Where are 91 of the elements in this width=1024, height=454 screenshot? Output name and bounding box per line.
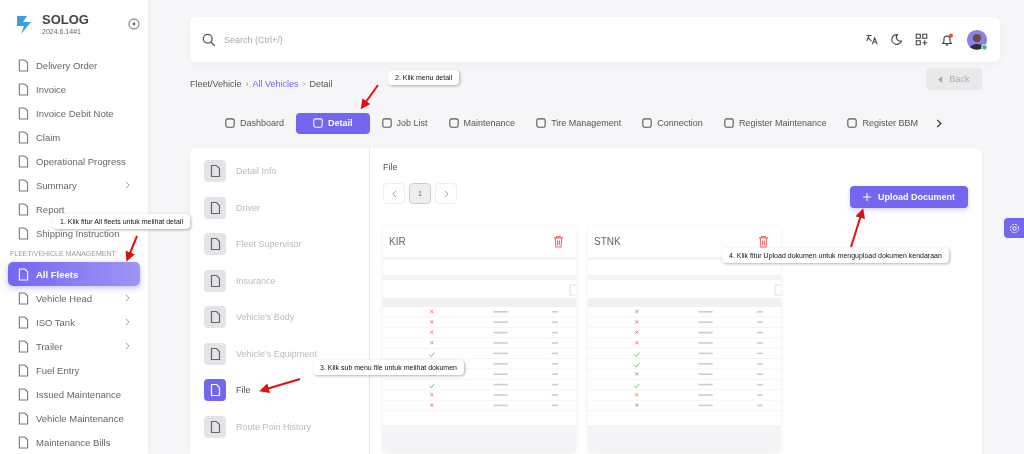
tab[interactable]: Connection xyxy=(633,112,712,134)
sidebar-item[interactable]: Claim xyxy=(8,125,140,149)
document-icon xyxy=(18,387,29,401)
sidebar-item[interactable]: Operational Progress xyxy=(8,149,140,173)
document-icon xyxy=(18,267,29,281)
sidebar-item[interactable]: Issued Maintenance xyxy=(8,382,140,406)
sidebar-item[interactable]: Trailer xyxy=(8,334,140,358)
breadcrumb-item[interactable]: All Vehicles xyxy=(252,79,299,89)
square-icon xyxy=(448,118,459,128)
chevron-icon xyxy=(125,342,130,350)
sidebar-item[interactable]: Invoice xyxy=(8,77,140,101)
document-icon xyxy=(18,202,29,216)
document-icon xyxy=(18,130,29,144)
breadcrumb-item: Fleet/Vehicle xyxy=(190,79,242,89)
chevron-icon xyxy=(125,318,130,326)
document-icon xyxy=(18,291,29,305)
document-tile-icon xyxy=(204,415,226,438)
settings-button[interactable] xyxy=(1004,218,1024,238)
apps-icon[interactable] xyxy=(915,33,928,46)
search-icon[interactable] xyxy=(202,32,216,47)
trash-icon[interactable] xyxy=(553,235,564,248)
submenu-item[interactable]: File xyxy=(204,379,369,401)
brand-name: SOLOG xyxy=(42,13,89,26)
square-icon xyxy=(381,118,392,128)
breadcrumb-separator: › xyxy=(302,79,306,89)
document-icon xyxy=(18,154,29,168)
annotation-arrow xyxy=(259,378,301,394)
breadcrumb-separator: › xyxy=(245,79,249,89)
document-icon xyxy=(18,106,29,120)
annotation-arrow xyxy=(125,235,138,262)
document-icon xyxy=(18,363,29,377)
sidebar-item[interactable]: All Fleets xyxy=(8,262,140,286)
chevron-left-icon xyxy=(391,189,397,198)
document-tile-icon xyxy=(204,233,226,255)
sidebar-item[interactable]: Summary xyxy=(8,173,140,197)
tab[interactable]: Register Maintenance xyxy=(714,112,836,134)
upload-document-button[interactable]: Upload Document xyxy=(850,186,968,208)
tab[interactable]: Job List xyxy=(372,112,437,134)
document-tile-icon xyxy=(204,196,226,219)
chevron-icon xyxy=(125,294,130,302)
plus-icon xyxy=(863,193,871,201)
document-icon xyxy=(18,58,29,72)
document-icon xyxy=(18,435,29,449)
translate-icon[interactable] xyxy=(865,33,878,46)
document-tile-icon xyxy=(204,160,226,182)
document-icon xyxy=(18,178,29,192)
document-tile-icon xyxy=(204,306,226,328)
document-icon xyxy=(18,339,29,353)
document-tile-icon xyxy=(204,379,226,401)
document-icon xyxy=(18,411,29,425)
breadcrumb-item: Detail xyxy=(309,79,333,89)
square-icon xyxy=(536,118,547,128)
avatar-icon[interactable] xyxy=(966,28,988,51)
moon-icon[interactable] xyxy=(890,33,903,46)
sidebar-item[interactable]: ISO Tank xyxy=(8,310,140,334)
bell-icon[interactable] xyxy=(940,32,954,47)
document-tile-icon xyxy=(204,342,226,365)
sidebar-item[interactable]: Invoice Debit Note xyxy=(8,101,140,125)
tab[interactable]: Register BBM xyxy=(838,112,927,134)
square-icon xyxy=(723,118,734,128)
sidebar-item[interactable]: Vehicle Head xyxy=(8,286,140,310)
document-icon xyxy=(18,226,29,240)
document-title: KIR xyxy=(389,236,406,247)
sidebar-item[interactable]: Maintenance Bills xyxy=(8,430,140,454)
page-button[interactable]: 1 xyxy=(409,183,431,204)
tab[interactable]: Dashboard xyxy=(216,112,294,134)
section-title: File xyxy=(383,162,399,172)
search-field[interactable]: Search (Ctrl+/) xyxy=(222,33,865,46)
chevron-icon xyxy=(125,181,130,189)
annotation-arrow xyxy=(850,208,865,248)
tab[interactable]: Maintenance xyxy=(439,112,525,134)
square-icon xyxy=(847,118,858,128)
trash-icon[interactable] xyxy=(758,235,769,248)
sidebar-item[interactable]: Vehicle Maintenance xyxy=(8,406,140,430)
square-icon xyxy=(225,118,235,128)
sidebar-item[interactable]: Fuel Entry xyxy=(8,358,140,382)
annotation-arrow xyxy=(360,84,379,110)
settings-icon xyxy=(1008,222,1020,234)
sidebar-item[interactable]: Delivery Order xyxy=(8,53,140,77)
document-title: STNK xyxy=(594,236,621,247)
tab[interactable]: Detail xyxy=(296,112,370,134)
square-icon xyxy=(642,118,653,128)
triangle-left-icon xyxy=(938,75,944,83)
collapse-icon[interactable] xyxy=(128,18,140,30)
chevron-icon[interactable] xyxy=(935,118,942,128)
document-tile-icon xyxy=(204,269,226,292)
square-icon xyxy=(313,118,324,128)
document-icon xyxy=(18,82,29,96)
tab[interactable]: Tire Management xyxy=(527,112,631,134)
chevron-right-icon xyxy=(443,189,449,198)
document-icon xyxy=(18,315,29,329)
